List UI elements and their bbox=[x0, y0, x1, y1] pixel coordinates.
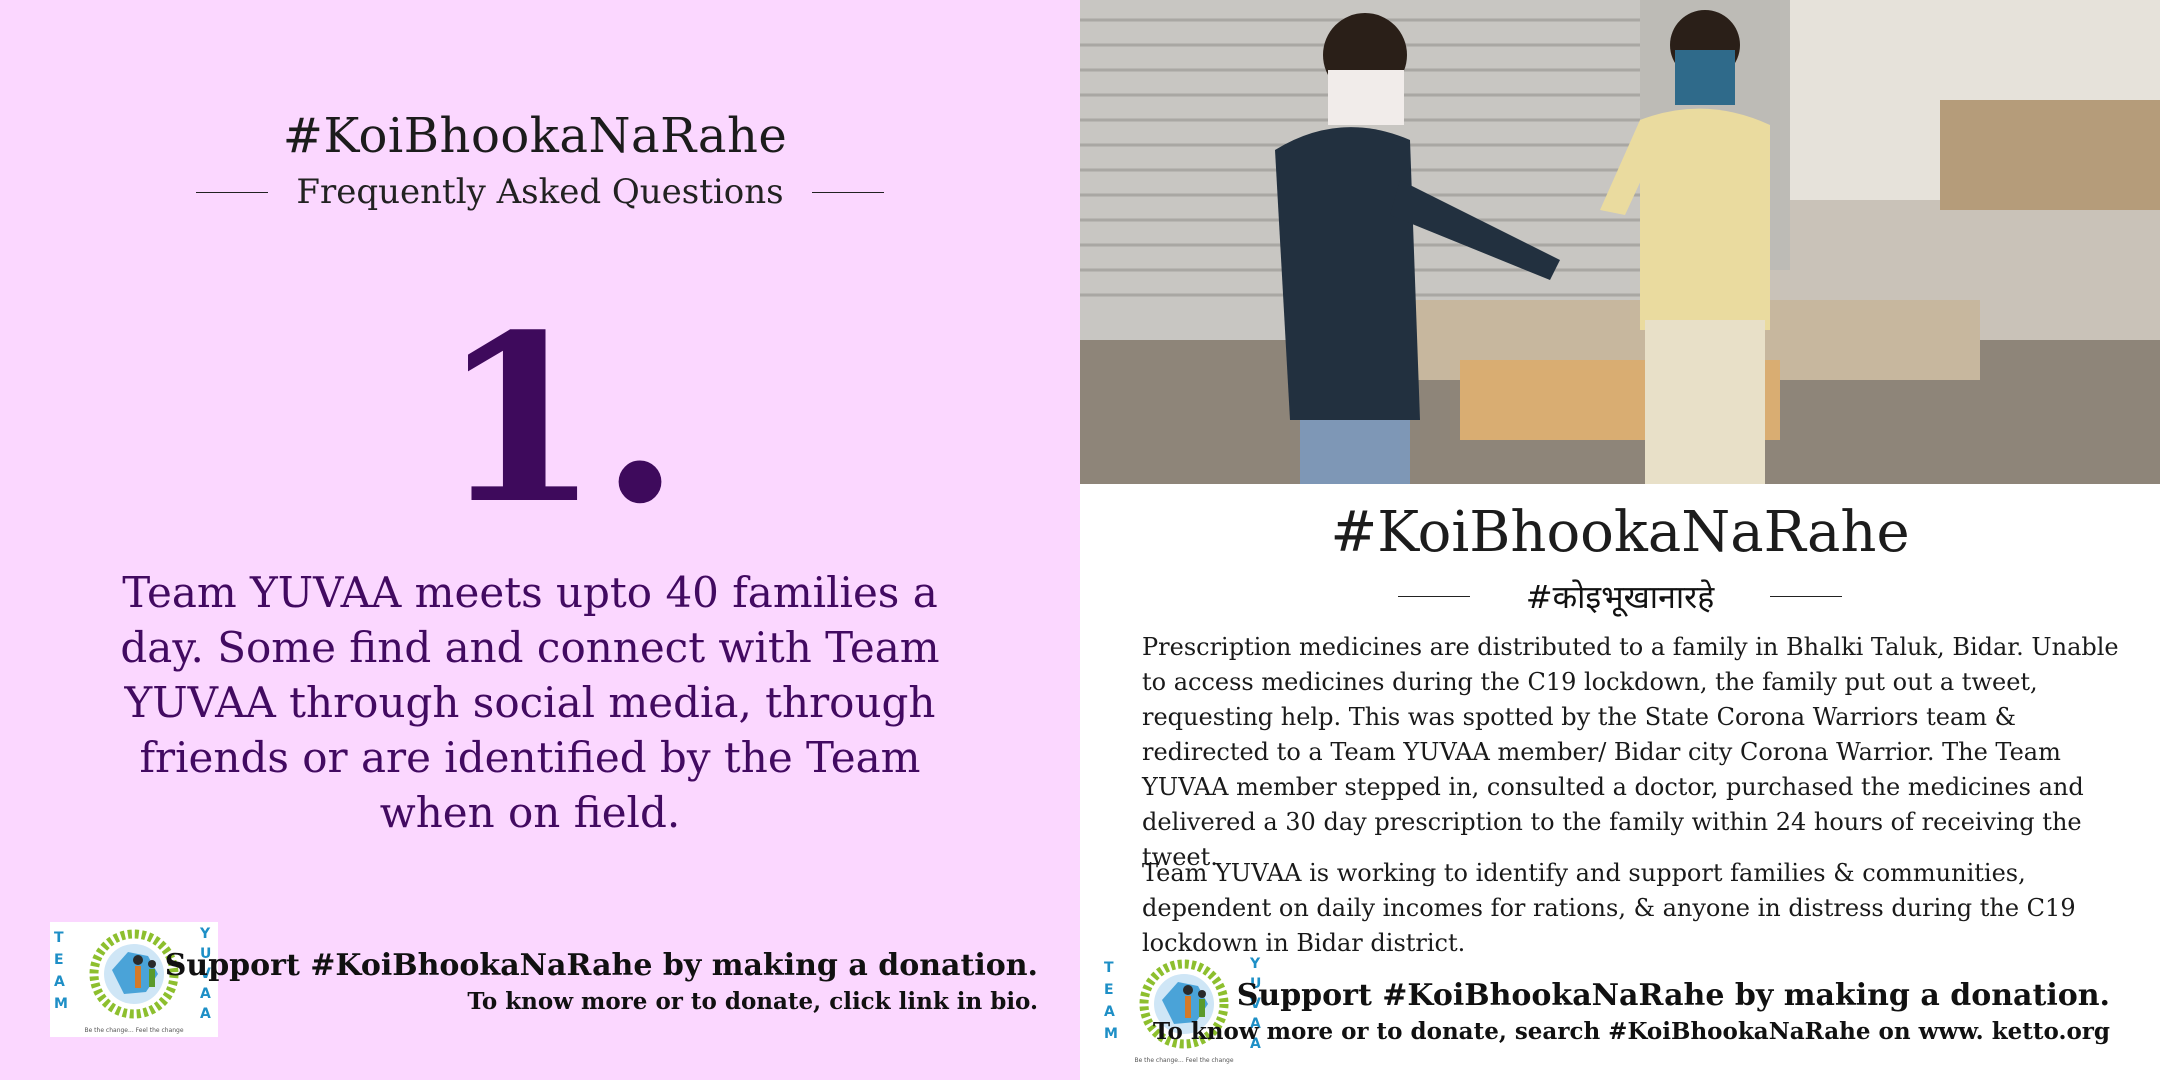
faq-subtitle: Frequently Asked Questions bbox=[296, 172, 784, 212]
svg-text:Y: Y bbox=[1249, 956, 1261, 972]
hindi-hashtag: #कोइभूखानारहे bbox=[1525, 577, 1715, 616]
svg-text:M: M bbox=[54, 996, 68, 1012]
svg-text:Be the change... Feel the chan: Be the change... Feel the change bbox=[84, 1027, 183, 1034]
story-paragraph: Prescription medicines are distributed t… bbox=[1142, 633, 2119, 871]
support-message: Support #KoiBhookaNaRahe by making a don… bbox=[1236, 978, 2110, 1013]
question-number: 1. bbox=[439, 285, 681, 555]
support-message: Support #KoiBhookaNaRahe by making a don… bbox=[164, 948, 1038, 983]
subtitle-row: Frequently Asked Questions bbox=[0, 170, 1080, 214]
faq-card: #KoiBhookaNaRahe Frequently Asked Questi… bbox=[0, 0, 1080, 1080]
volunteer-photo bbox=[1080, 0, 2160, 484]
faq-answer: Team YUVAA meets upto 40 families a day.… bbox=[120, 568, 940, 837]
divider-line bbox=[811, 191, 884, 193]
donate-instruction: To know more or to donate, click link in… bbox=[467, 988, 1038, 1015]
mission-paragraph: Team YUVAA is working to identify and su… bbox=[1142, 859, 2076, 957]
svg-text:M: M bbox=[1104, 1026, 1118, 1042]
support-callout: Support #KoiBhookaNaRahe by making a don… bbox=[165, 946, 1038, 1018]
svg-text:A: A bbox=[1104, 1004, 1115, 1020]
divider-line bbox=[1770, 595, 1843, 597]
divider-line bbox=[196, 191, 269, 193]
svg-text:Y: Y bbox=[199, 926, 211, 942]
hindi-hashtag-row: #कोइभूखानारहे bbox=[1080, 574, 2160, 618]
donate-instruction: To know more or to donate, search #KoiBh… bbox=[1153, 1018, 2110, 1045]
logo-team-text: T bbox=[54, 930, 64, 946]
support-callout: Support #KoiBhookaNaRahe by making a don… bbox=[1153, 976, 2110, 1048]
hashtag-heading: #KoiBhookaNaRahe bbox=[282, 108, 788, 164]
svg-text:T: T bbox=[1104, 960, 1114, 976]
svg-text:Be the change... Feel the chan: Be the change... Feel the change bbox=[1134, 1057, 1233, 1064]
hashtag-heading: #KoiBhookaNaRahe bbox=[1330, 500, 1910, 565]
svg-text:E: E bbox=[54, 952, 64, 968]
divider-line bbox=[1397, 595, 1470, 597]
svg-text:A: A bbox=[54, 974, 65, 990]
svg-text:E: E bbox=[1104, 982, 1114, 998]
story-card: #KoiBhookaNaRahe #कोइभूखानारहे Prescript… bbox=[1080, 0, 2160, 1080]
